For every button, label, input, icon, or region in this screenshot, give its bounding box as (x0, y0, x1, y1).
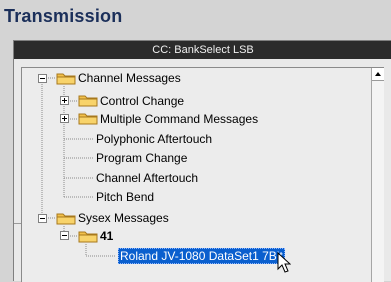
tree-item-label: Channel Aftertouch (96, 171, 199, 185)
tree-item-program-change[interactable]: Program Change (96, 149, 187, 167)
header-bar: CC: BankSelect LSB (14, 41, 391, 59)
tree-item-channel-aftertouch[interactable]: Channel Aftertouch (96, 169, 198, 187)
tree-item-label: Polyphonic Aftertouch (96, 132, 213, 146)
tree-item-multiple-command-messages[interactable]: Multiple Command Messages (100, 110, 258, 128)
folder-icon (56, 73, 76, 85)
tree-item-label: Program Change (96, 151, 188, 165)
tree-item-41[interactable]: 41 (100, 227, 113, 245)
collapse-icon[interactable] (38, 74, 47, 83)
folder-icon (78, 113, 98, 125)
expand-icon[interactable] (60, 114, 69, 123)
tree-item-roland-jv1080[interactable]: Roland JV-1080 DataSet1 7Bit (118, 247, 285, 265)
message-tree[interactable]: Channel Messages Control Change Multiple… (21, 67, 384, 282)
tree-item-label: Pitch Bend (96, 190, 155, 204)
tree-item-sysex-messages[interactable]: Sysex Messages (78, 209, 169, 227)
tree-item-polyphonic-aftertouch[interactable]: Polyphonic Aftertouch (96, 130, 212, 148)
tree-item-pitch-bend[interactable]: Pitch Bend (96, 188, 154, 206)
folder-icon (56, 213, 76, 225)
header-label: CC: BankSelect LSB (152, 44, 254, 56)
tree-item-label: Control Change (100, 94, 185, 108)
scroll-up-arrow-icon[interactable] (372, 68, 384, 81)
collapse-icon[interactable] (60, 231, 69, 240)
vertical-scrollbar[interactable] (371, 68, 384, 282)
window-title: Transmission (4, 6, 123, 26)
folder-icon (78, 95, 98, 107)
expand-icon[interactable] (60, 96, 69, 105)
mouse-pointer-icon (277, 252, 291, 273)
tree-item-label: 41 (100, 229, 114, 243)
tree-item-label: Multiple Command Messages (100, 112, 259, 126)
tree-item-control-change[interactable]: Control Change (100, 92, 184, 110)
collapse-icon[interactable] (38, 214, 47, 223)
tree-item-label: Channel Messages (78, 71, 181, 85)
selected-item-label: Roland JV-1080 DataSet1 7Bit (118, 248, 285, 264)
folder-icon (78, 231, 98, 243)
tree-item-channel-messages[interactable]: Channel Messages (78, 69, 181, 87)
transmission-panel: CC: BankSelect LSB Channel Messages Cont… (13, 40, 391, 282)
tree-item-label: Sysex Messages (78, 211, 169, 225)
